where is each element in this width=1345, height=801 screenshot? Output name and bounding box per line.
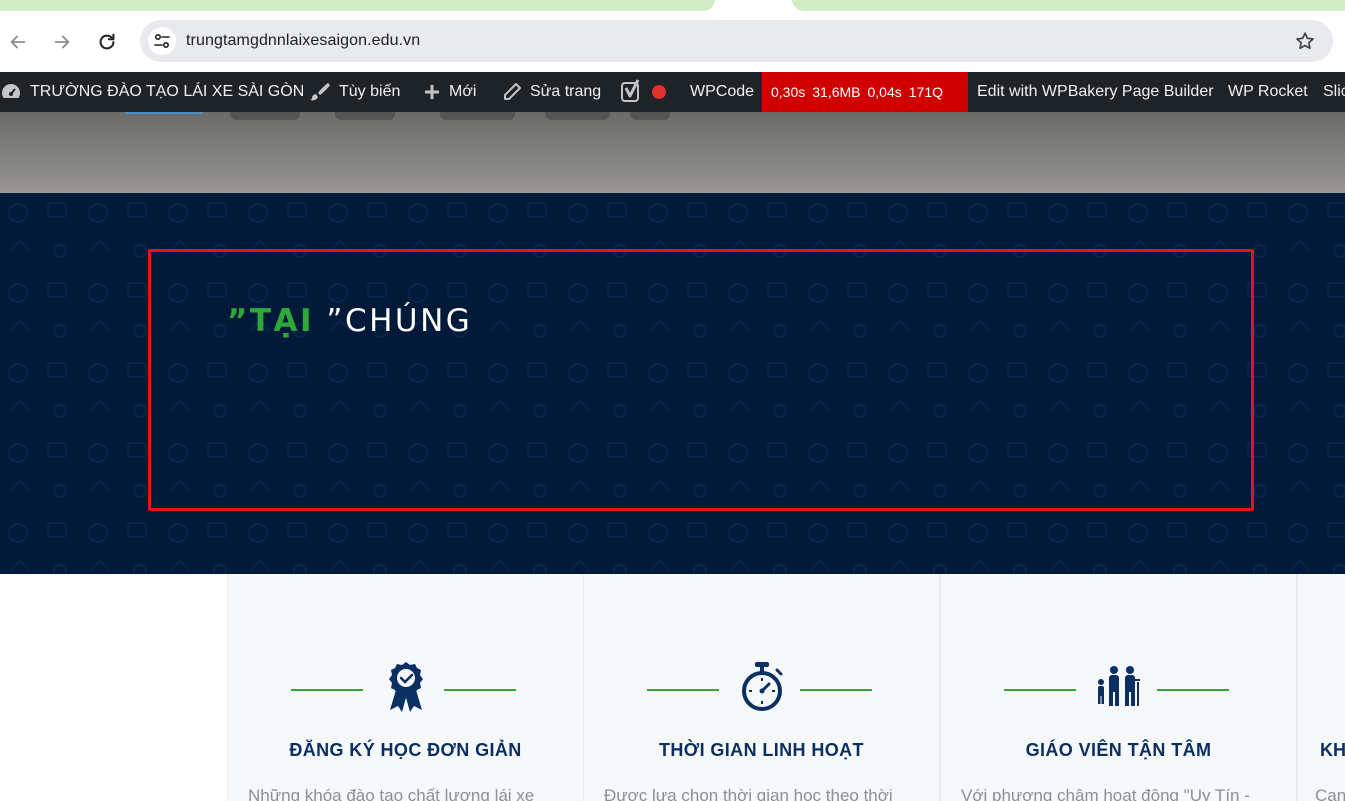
wp-admin-bar: TRƯỜNG ĐÀO TẠO LÁI XE SÀI GÒN Tùy biến M…	[0, 72, 1345, 112]
star-icon	[1296, 32, 1314, 50]
browser-toolbar: trungtamgdnnlaixesaigon.edu.vn	[0, 14, 1345, 70]
hero-blur-shape	[230, 112, 300, 120]
reload-icon	[99, 33, 115, 50]
feature-desc: Với phương châm hoạt động "Uy Tín -	[961, 786, 1250, 801]
admin-slider-label: Slic	[1323, 83, 1345, 100]
pencil-icon	[504, 83, 521, 100]
perf-queries: 171Q	[908, 84, 943, 100]
headline-green: ”TẠI	[227, 303, 315, 339]
admin-customize-label: Tùy biến	[339, 83, 401, 100]
admin-new[interactable]: Mới	[423, 72, 476, 112]
decor-rule	[1004, 689, 1076, 691]
hero-blur-shape	[630, 112, 670, 120]
admin-wp-rocket[interactable]: WP Rocket	[1228, 72, 1308, 112]
site-info-button[interactable]	[148, 27, 176, 55]
back-button[interactable]	[4, 28, 32, 56]
decor-rule	[800, 689, 872, 691]
admin-slider-partial[interactable]: Slic	[1323, 72, 1345, 112]
family-icon	[1093, 658, 1145, 714]
perf-query-time: 0,04s	[867, 84, 902, 100]
brush-icon	[310, 83, 330, 101]
admin-customize[interactable]: Tùy biến	[309, 72, 400, 112]
forward-button[interactable]	[48, 28, 76, 56]
admin-edit-page-label: Sửa trang	[530, 83, 602, 100]
feature-title-partial: KH	[1320, 740, 1345, 760]
section-headline: ”TẠI ”CHÚNG	[227, 303, 472, 339]
feature-card-register: ĐĂNG KÝ HỌC ĐƠN GIẢN Những khóa đào tạo …	[227, 574, 584, 801]
query-monitor-stats[interactable]: 0,30s 31,6MB 0,04s 171Q	[762, 72, 968, 112]
why-choose-section: ”TẠI ”CHÚNG	[0, 193, 1345, 574]
decor-rule	[647, 689, 719, 691]
features-section: ĐĂNG KÝ HỌC ĐƠN GIẢN Những khóa đào tạo …	[0, 574, 1345, 801]
admin-site-name[interactable]: TRƯỜNG ĐÀO TẠO LÁI XE SÀI GÒN	[0, 72, 304, 112]
feature-title: THỜI GIAN LINH HOẠT	[659, 740, 864, 760]
admin-wpbakery[interactable]: Edit with WPBakery Page Builder	[977, 72, 1214, 112]
perf-memory: 31,6MB	[812, 84, 861, 100]
feature-card-flexible-time: THỜI GIAN LINH HOẠT Được lựa chọn thời g…	[583, 574, 940, 801]
stopwatch-icon	[736, 658, 788, 714]
admin-edit-page[interactable]: Sửa trang	[502, 72, 601, 112]
decor-rule	[1157, 689, 1229, 691]
seo-status-dot	[652, 85, 666, 99]
feature-card-teachers: GIÁO VIÊN TẬN TÂM Với phương châm hoạt đ…	[940, 574, 1297, 801]
browser-tab[interactable]	[0, 0, 715, 11]
admin-wpcode-label: WPCode	[690, 83, 755, 100]
arrow-right-icon	[54, 35, 70, 49]
hero-accent-line	[125, 112, 203, 114]
address-bar[interactable]: trungtamgdnnlaixesaigon.edu.vn	[140, 20, 1333, 62]
dashboard-icon	[2, 84, 20, 98]
tune-icon	[154, 33, 170, 49]
hero-blur-shape	[335, 112, 395, 120]
hero-blur-shape	[440, 112, 515, 120]
browser-tab[interactable]	[792, 0, 1345, 11]
reload-button[interactable]	[93, 28, 121, 56]
url-text[interactable]: trungtamgdnnlaixesaigon.edu.vn	[186, 32, 420, 50]
bookmark-star-button[interactable]	[1293, 29, 1317, 53]
hero-blur-shape	[545, 112, 610, 120]
plus-icon	[425, 85, 439, 99]
admin-wpcode[interactable]: WPCode	[690, 72, 754, 112]
admin-new-label: Mới	[449, 83, 477, 100]
hero-image-strip	[0, 112, 1345, 193]
browser-tab-strip	[0, 0, 1345, 14]
feature-title: ĐĂNG KÝ HỌC ĐƠN GIẢN	[289, 740, 522, 760]
feature-card-partial	[1297, 574, 1345, 801]
decor-rule	[444, 689, 516, 691]
yoast-icon	[621, 79, 640, 102]
decor-rule	[291, 689, 363, 691]
headline-white: ”CHÚNG	[326, 303, 473, 339]
feature-desc: Những khóa đào tạo chất lượng lái xe	[248, 786, 535, 801]
admin-wp-rocket-label: WP Rocket	[1228, 83, 1308, 100]
feature-desc: Được lựa chọn thời gian học theo thời	[604, 786, 893, 801]
admin-yoast-seo[interactable]	[620, 72, 666, 112]
award-badge-icon	[380, 658, 432, 714]
arrow-left-icon	[10, 35, 26, 49]
feature-title: GIÁO VIÊN TẬN TÂM	[1025, 740, 1212, 760]
highlight-annotation-box	[148, 249, 1254, 511]
admin-site-name-label: TRƯỜNG ĐÀO TẠO LÁI XE SÀI GÒN	[30, 83, 305, 100]
feature-desc-partial: Can	[1315, 786, 1345, 801]
perf-time: 0,30s	[771, 84, 806, 100]
admin-wpbakery-label: Edit with WPBakery Page Builder	[977, 83, 1214, 100]
